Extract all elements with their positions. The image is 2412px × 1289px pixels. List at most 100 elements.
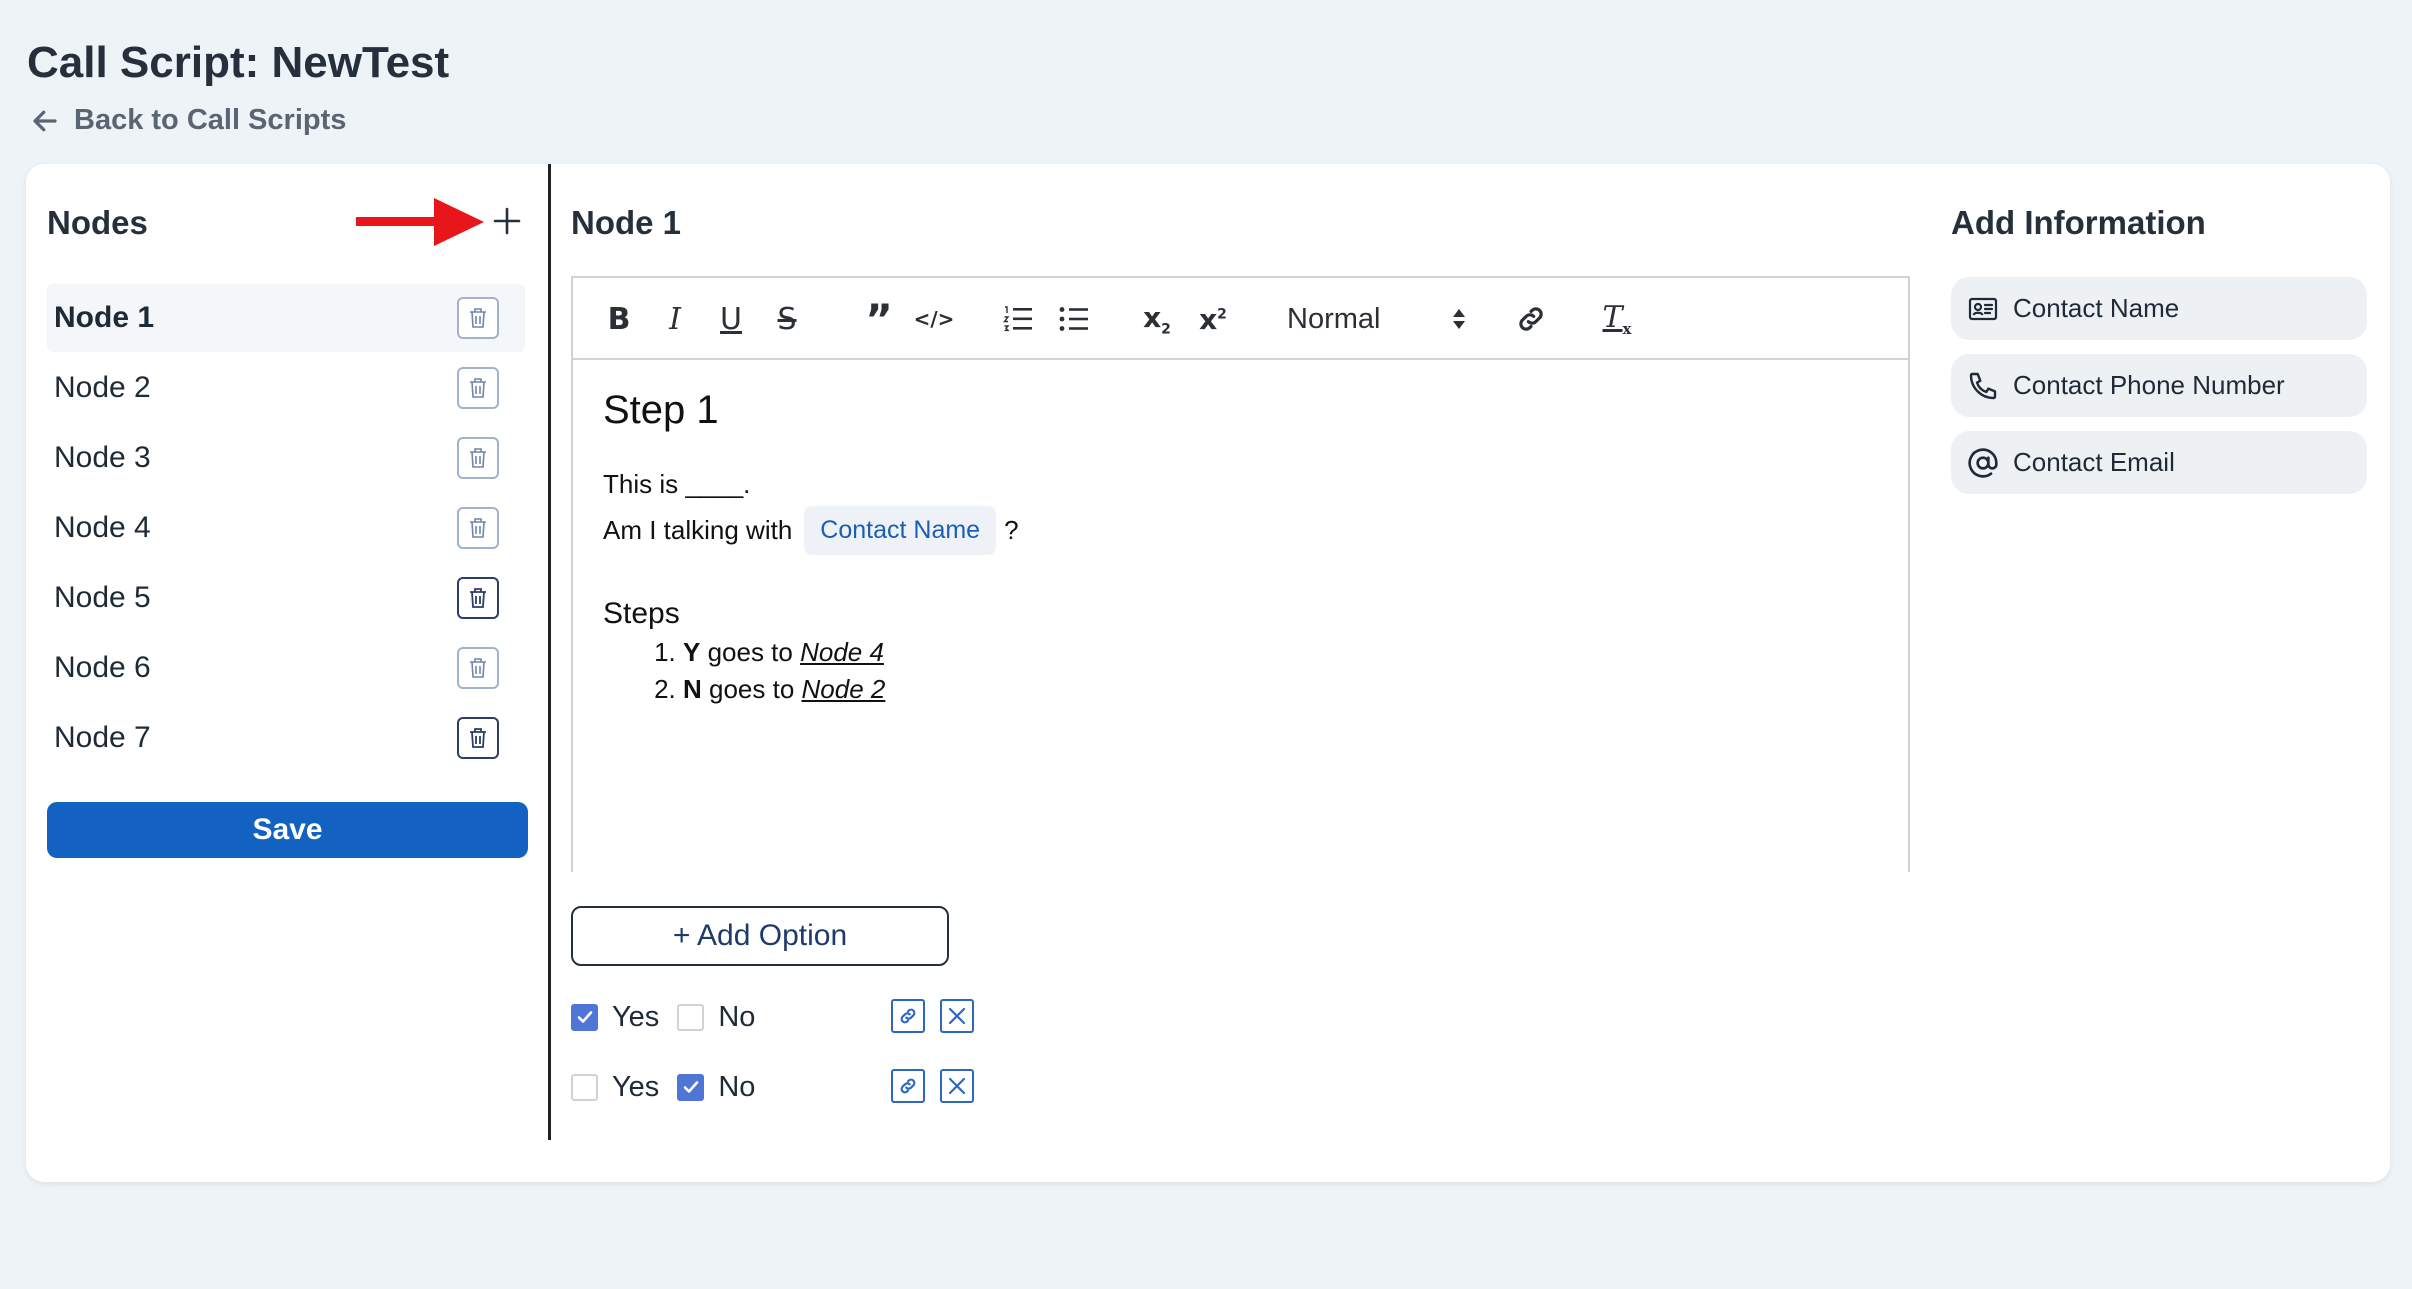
node-link[interactable]: Node 2	[802, 674, 886, 704]
link-icon	[900, 1078, 916, 1094]
remove-option-button[interactable]	[940, 1069, 974, 1103]
bold-button[interactable]: B	[603, 299, 635, 339]
text-format-value: Normal	[1287, 302, 1381, 335]
delete-node-button[interactable]	[457, 297, 499, 339]
code-button[interactable]: </>	[913, 299, 955, 339]
add-information-title: Add Information	[1951, 204, 2206, 241]
close-icon	[948, 1007, 966, 1025]
editor-toolbar: B I U S ” </> x2 x2 Normal Tx	[573, 278, 1908, 360]
info-item-label: Contact Email	[2013, 447, 2175, 477]
node-item-5[interactable]: Node 5	[47, 564, 525, 632]
add-node-button[interactable]	[488, 202, 526, 240]
insert-contact-name[interactable]: Contact Name	[1951, 277, 2367, 340]
info-item-label: Contact Phone Number	[2013, 370, 2285, 400]
nodes-title: Nodes	[47, 204, 148, 241]
page-title: Call Script: NewTest	[27, 38, 450, 87]
delete-node-button[interactable]	[457, 507, 499, 549]
node-item-label: Node 6	[54, 651, 151, 684]
no-label: No	[718, 1070, 756, 1103]
link-option-button[interactable]	[891, 999, 925, 1033]
node-item-label: Node 7	[54, 721, 151, 754]
trash-icon	[470, 588, 486, 608]
delete-node-button[interactable]	[457, 367, 499, 409]
node-item-3[interactable]: Node 3	[47, 424, 525, 492]
node-item-7[interactable]: Node 7	[47, 704, 525, 772]
node-item-label: Node 1	[54, 301, 155, 334]
node-item-label: Node 2	[54, 371, 151, 404]
phone-icon	[1969, 372, 1997, 399]
link-option-button[interactable]	[891, 1069, 925, 1103]
check-icon	[577, 1011, 592, 1023]
back-link-label: Back to Call Scripts	[74, 104, 347, 136]
text-format-select[interactable]: Normal	[1287, 298, 1467, 340]
blockquote-button[interactable]: ”	[863, 295, 895, 344]
add-option-button[interactable]: + Add Option	[571, 906, 949, 966]
step-item: Y goes to Node 4	[683, 637, 1878, 668]
no-checkbox[interactable]	[677, 1073, 705, 1101]
trash-icon	[470, 448, 486, 468]
yes-label: Yes	[612, 1070, 660, 1103]
strikethrough-button[interactable]: S	[771, 299, 803, 339]
yes-checkbox[interactable]	[571, 1073, 598, 1101]
info-item-label: Contact Name	[2013, 293, 2180, 323]
script-editor-card: Nodes Node 1 Node 2 Node 3 Node 4 Node 5…	[26, 164, 2390, 1182]
no-checkbox[interactable]	[677, 1003, 705, 1031]
red-arrow-annotation-icon	[356, 198, 484, 246]
line2-prefix: Am I talking with	[603, 515, 793, 545]
editor-content[interactable]: Step 1 This is ____. Am I talking with C…	[573, 360, 1908, 739]
node-item-6[interactable]: Node 6	[47, 634, 525, 702]
trash-icon	[470, 658, 486, 678]
underline-button[interactable]: U	[715, 299, 747, 339]
contact-name-chip[interactable]: Contact Name	[804, 506, 997, 555]
node-item-label: Node 4	[54, 511, 151, 544]
delete-node-button[interactable]	[457, 647, 499, 689]
subscript-button[interactable]: x2	[1139, 299, 1175, 339]
step-heading: Step 1	[603, 388, 719, 432]
node-item-2[interactable]: Node 2	[47, 354, 525, 422]
node-item-label: Node 3	[54, 441, 151, 474]
option-row-2: Yes No	[571, 1069, 974, 1105]
line2-suffix: ?	[1004, 515, 1019, 545]
superscript-icon: x2	[1199, 302, 1227, 336]
save-button[interactable]: Save	[47, 802, 528, 858]
node-item-label: Node 5	[54, 581, 151, 614]
yes-checkbox[interactable]	[571, 1003, 598, 1031]
delete-node-button[interactable]	[457, 717, 499, 759]
delete-node-button[interactable]	[457, 437, 499, 479]
subscript-icon: x2	[1143, 300, 1171, 338]
content-line-1: This is ____.	[603, 469, 751, 499]
italic-button[interactable]: I	[659, 299, 691, 339]
content-line-2: Am I talking with Contact Name ?	[603, 506, 1878, 555]
remove-option-button[interactable]	[940, 999, 974, 1033]
editor-node-title: Node 1	[571, 204, 682, 241]
code-icon: </>	[913, 307, 955, 331]
node-item-4[interactable]: Node 4	[47, 494, 525, 562]
node-link[interactable]: Node 4	[800, 637, 884, 667]
trash-icon	[470, 308, 486, 328]
link-icon	[1519, 307, 1543, 331]
clear-formatting-icon: Tx	[1602, 300, 1632, 338]
info-list: Contact Name Contact Phone Number Contac…	[1951, 277, 2367, 508]
trash-icon	[470, 378, 486, 398]
back-to-call-scripts-link[interactable]: Back to Call Scripts	[30, 104, 346, 137]
quote-icon: ”	[865, 294, 893, 344]
ordered-list-button[interactable]	[1001, 299, 1035, 339]
node-item-1[interactable]: Node 1	[47, 284, 525, 352]
delete-node-button[interactable]	[457, 577, 499, 619]
trash-icon	[470, 518, 486, 538]
node-list: Node 1 Node 2 Node 3 Node 4 Node 5 Node …	[47, 284, 525, 774]
close-icon	[948, 1077, 966, 1095]
check-icon	[683, 1081, 699, 1093]
bullet-list-button[interactable]	[1057, 299, 1091, 339]
steps-heading: Steps	[603, 597, 680, 630]
insert-contact-email[interactable]: Contact Email	[1951, 431, 2367, 494]
rich-text-editor: B I U S ” </> x2 x2 Normal Tx Step 1 Thi…	[571, 276, 1910, 872]
insert-contact-phone[interactable]: Contact Phone Number	[1951, 354, 2367, 417]
clear-formatting-button[interactable]: Tx	[1597, 299, 1637, 339]
trash-icon	[470, 728, 486, 748]
superscript-button[interactable]: x2	[1195, 299, 1231, 339]
arrow-left-icon	[33, 110, 57, 131]
insert-link-button[interactable]	[1513, 299, 1549, 339]
yes-label: Yes	[612, 1000, 660, 1033]
ordered-list-icon	[1003, 306, 1032, 332]
